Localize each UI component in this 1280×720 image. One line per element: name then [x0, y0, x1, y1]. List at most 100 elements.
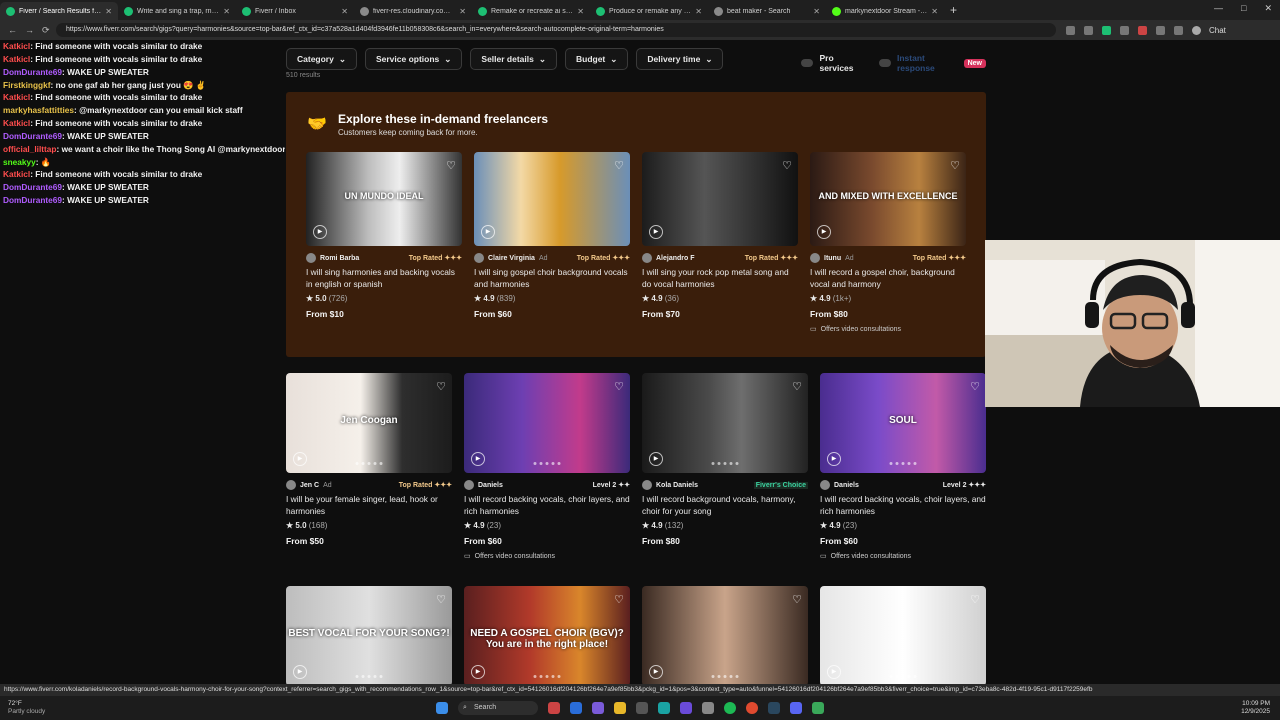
gig-title[interactable]: I will record background vocals, harmony…	[642, 493, 808, 517]
chat-username[interactable]: DomDurante69	[3, 195, 62, 205]
extension-icon[interactable]	[1084, 25, 1093, 35]
extension-icon[interactable]	[1102, 25, 1111, 35]
chat-username[interactable]: official_lilttap	[3, 144, 56, 154]
filter-dropdown[interactable]: Seller details ⌄	[470, 48, 557, 70]
copilot-chat-button[interactable]: Chat	[1209, 26, 1226, 35]
maximize-icon[interactable]: □	[1241, 3, 1246, 14]
play-icon[interactable]: ▶	[827, 452, 841, 466]
extension-icon[interactable]	[1174, 25, 1183, 35]
featured-gig-card[interactable]: UN MUNDO IDEAL ♡ ▶ Romi Barba Top Rated ✦✦✦ I…	[306, 152, 462, 319]
chat-username[interactable]: Katkicl	[3, 92, 30, 102]
heart-icon[interactable]: ♡	[950, 159, 960, 172]
avatar[interactable]	[642, 480, 652, 490]
chat-username[interactable]: Katkicl	[3, 169, 30, 179]
browser-tab[interactable]: beat maker - Search ✕	[708, 2, 826, 20]
seller-name-group[interactable]: Alejandro F	[642, 253, 695, 263]
seller-name-group[interactable]: Daniels	[820, 480, 859, 490]
seller-name-group[interactable]: Romi Barba	[306, 253, 359, 263]
play-icon[interactable]: ▶	[649, 452, 663, 466]
gig-card[interactable]: NEED A GOSPEL CHOIR (BGV)? You are in th…	[464, 586, 630, 686]
seller-name[interactable]: Daniels	[834, 482, 859, 489]
avatar[interactable]	[820, 480, 830, 490]
gig-thumbnail[interactable]: ♡ ▶	[642, 152, 798, 246]
gig-thumbnail[interactable]: ♡ ▶	[642, 373, 808, 473]
minimize-icon[interactable]: —	[1214, 3, 1223, 14]
gig-title[interactable]: I will be your female singer, lead, hook…	[286, 493, 452, 517]
browser-tab[interactable]: Fiverr / Inbox ✕	[236, 2, 354, 20]
close-icon[interactable]: ✕	[695, 7, 702, 16]
spotify-icon[interactable]	[724, 702, 736, 714]
gig-title[interactable]: I will record backing vocals, choir laye…	[820, 493, 986, 517]
gig-card[interactable]: ♡ ▶ Daniels Level 2 ✦✦ I will record backing…	[464, 373, 630, 560]
avatar[interactable]	[286, 480, 296, 490]
chat-username[interactable]: markyhasfattitties	[3, 105, 74, 115]
extension-icon[interactable]	[1120, 25, 1129, 35]
chat-username[interactable]: Katkicl	[3, 41, 30, 51]
seller-name[interactable]: Daniels	[478, 482, 503, 489]
browser-tab[interactable]: Write and sing a trap, rnb, reggae ✕	[118, 2, 236, 20]
filter-dropdown[interactable]: Budget ⌄	[564, 48, 629, 70]
gig-title[interactable]: I will sing gospel choir background voca…	[474, 266, 630, 290]
filter-dropdown[interactable]: Category ⌄	[286, 48, 357, 70]
close-icon[interactable]: ✕	[341, 7, 348, 16]
app-icon[interactable]	[702, 702, 714, 714]
chat-username[interactable]: DomDurante69	[3, 131, 62, 141]
app-icon[interactable]	[592, 702, 604, 714]
browser-tab[interactable]: fiverr-res.cloudinary.com/video/u✕	[354, 2, 472, 20]
pro-services-toggle[interactable]	[801, 59, 814, 67]
seller-name[interactable]: Kola Daniels	[656, 482, 698, 489]
featured-gig-card[interactable]: ♡ ▶ Alejandro F Top Rated ✦✦✦ I will sing yo…	[642, 152, 798, 319]
close-icon[interactable]: ✕	[223, 7, 230, 16]
play-icon[interactable]: ▶	[481, 225, 495, 239]
address-bar[interactable]: https://www.fiverr.com/search/gigs?query…	[56, 23, 1056, 37]
chat-username[interactable]: Katkicl	[3, 54, 30, 64]
avatar[interactable]	[306, 253, 316, 263]
gig-thumbnail[interactable]: NEED A GOSPEL CHOIR (BGV)? You are in th…	[464, 586, 630, 686]
weather-widget[interactable]: 72°F Partly cloudy	[8, 700, 68, 716]
chat-username[interactable]: Firstkinggkf	[3, 80, 50, 90]
browser-tab[interactable]: Fiverr / Search Results for 'ha ✕	[0, 2, 118, 20]
seller-name[interactable]: Claire Virginia	[488, 255, 535, 262]
play-icon[interactable]: ▶	[293, 452, 307, 466]
gig-card[interactable]: ♡ ▶	[820, 586, 986, 686]
heart-icon[interactable]: ♡	[782, 159, 792, 172]
app-icon[interactable]	[680, 702, 692, 714]
app-icon[interactable]	[570, 702, 582, 714]
play-icon[interactable]: ▶	[471, 452, 485, 466]
chat-username[interactable]: sneakyy	[3, 157, 36, 167]
browser-tab[interactable]: Remake or recreate ai song to hig✕	[472, 2, 590, 20]
gig-card[interactable]: ♡ ▶ Kola Daniels Fiverr's Choice I will reco…	[642, 373, 808, 546]
close-icon[interactable]: ✕	[459, 7, 466, 16]
featured-gig-card[interactable]: AND MIXED WITH EXCELLENCE ♡ ▶ Itunu Ad Top Ra…	[810, 152, 966, 333]
featured-gig-card[interactable]: ♡ ▶ Claire Virginia Ad Top Rated ✦✦✦ I will s…	[474, 152, 630, 319]
heart-icon[interactable]: ♡	[970, 593, 980, 606]
seller-name[interactable]: Alejandro F	[656, 255, 695, 262]
gig-thumbnail[interactable]: UN MUNDO IDEAL ♡ ▶	[306, 152, 462, 246]
seller-name-group[interactable]: Jen C Ad	[286, 480, 332, 490]
forward-icon[interactable]: →	[25, 25, 34, 36]
gig-thumbnail[interactable]: SOUL ♡ ▶	[820, 373, 986, 473]
app-icon[interactable]	[548, 702, 560, 714]
gig-thumbnail[interactable]: Jen Coogan ♡ ▶	[286, 373, 452, 473]
chrome-icon[interactable]	[746, 702, 758, 714]
heart-icon[interactable]: ♡	[614, 159, 624, 172]
seller-name[interactable]: Itunu	[824, 255, 841, 262]
filter-dropdown[interactable]: Delivery time ⌄	[636, 48, 724, 70]
avatar[interactable]	[642, 253, 652, 263]
gig-thumbnail[interactable]: AND MIXED WITH EXCELLENCE ♡ ▶	[810, 152, 966, 246]
play-icon[interactable]: ▶	[649, 665, 663, 679]
close-icon[interactable]: ✕	[577, 7, 584, 16]
gig-card[interactable]: BEST VOCAL FOR YOUR SONG?! ♡ ▶	[286, 586, 452, 686]
app-icon[interactable]	[636, 702, 648, 714]
chat-username[interactable]: Katkicl	[3, 118, 30, 128]
avatar[interactable]	[474, 253, 484, 263]
close-icon[interactable]: ✕	[105, 7, 112, 16]
seller-name-group[interactable]: Daniels	[464, 480, 503, 490]
reload-icon[interactable]: ⟳	[42, 25, 50, 36]
taskbar-search[interactable]: ⌕ Search	[458, 701, 538, 715]
play-icon[interactable]: ▶	[293, 665, 307, 679]
discord-icon[interactable]	[790, 702, 802, 714]
gig-thumbnail[interactable]: BEST VOCAL FOR YOUR SONG?! ♡ ▶	[286, 586, 452, 686]
app-icon[interactable]	[614, 702, 626, 714]
instant-response-toggle[interactable]	[878, 59, 891, 67]
